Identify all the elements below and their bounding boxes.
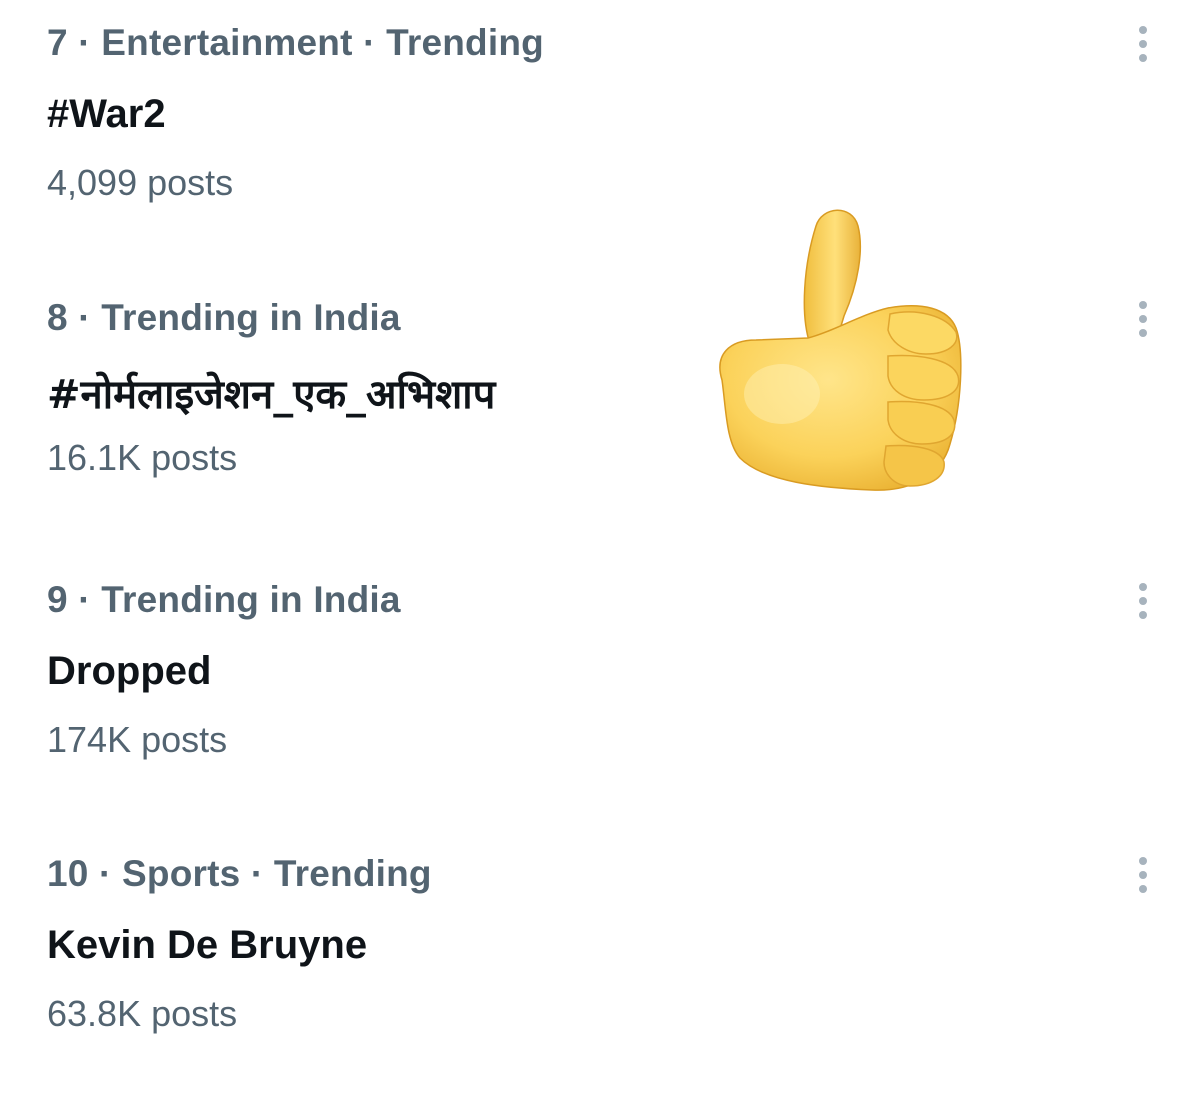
more-vertical-icon — [1139, 583, 1147, 591]
trend-meta: 7 · Entertainment · Trending — [47, 22, 544, 63]
trend-post-count: 174K posts — [47, 719, 228, 760]
more-vertical-icon-dot — [1139, 611, 1147, 619]
more-vertical-icon — [1139, 301, 1147, 309]
more-vertical-icon-dot — [1139, 597, 1147, 605]
trend-item[interactable]: 7 · Entertainment · Trending #War2 4,099… — [0, 0, 1200, 275]
more-vertical-icon-dot — [1139, 871, 1147, 879]
trend-item[interactable]: 9 · Trending in India Dropped 174K posts — [0, 557, 1200, 832]
more-options-button[interactable] — [1124, 853, 1162, 897]
trend-title[interactable]: #War2 — [47, 92, 166, 137]
more-options-button[interactable] — [1124, 579, 1162, 623]
more-vertical-icon-dot — [1139, 315, 1147, 323]
more-vertical-icon — [1139, 26, 1147, 34]
more-vertical-icon-dot — [1139, 54, 1147, 62]
trend-meta: 9 · Trending in India — [47, 579, 401, 620]
trend-item[interactable]: 10 · Sports · Trending Kevin De Bruyne 6… — [0, 831, 1200, 1106]
more-vertical-icon-dot — [1139, 329, 1147, 337]
trends-list: 7 · Entertainment · Trending #War2 4,099… — [0, 0, 1200, 1071]
more-vertical-icon-dot — [1139, 40, 1147, 48]
trend-title[interactable]: Kevin De Bruyne — [47, 923, 367, 968]
trend-post-count: 63.8K posts — [47, 993, 238, 1034]
trend-title[interactable]: Dropped — [47, 649, 211, 694]
more-vertical-icon-dot — [1139, 885, 1147, 893]
more-options-button[interactable] — [1124, 297, 1162, 341]
more-vertical-icon — [1139, 857, 1147, 865]
trend-title[interactable]: #नोर्मलाइजेशन_एक_अभिशाप — [47, 365, 495, 420]
thumbs-up-emoji-icon — [719, 209, 962, 491]
more-options-button[interactable] — [1124, 22, 1162, 66]
trend-meta: 8 · Trending in India — [47, 297, 401, 338]
trend-post-count: 4,099 posts — [47, 162, 234, 203]
trend-post-count: 16.1K posts — [47, 437, 238, 478]
trend-item[interactable]: 8 · Trending in India #नोर्मलाइजेशन_एक_अ… — [0, 275, 1200, 550]
trend-meta: 10 · Sports · Trending — [47, 853, 432, 894]
